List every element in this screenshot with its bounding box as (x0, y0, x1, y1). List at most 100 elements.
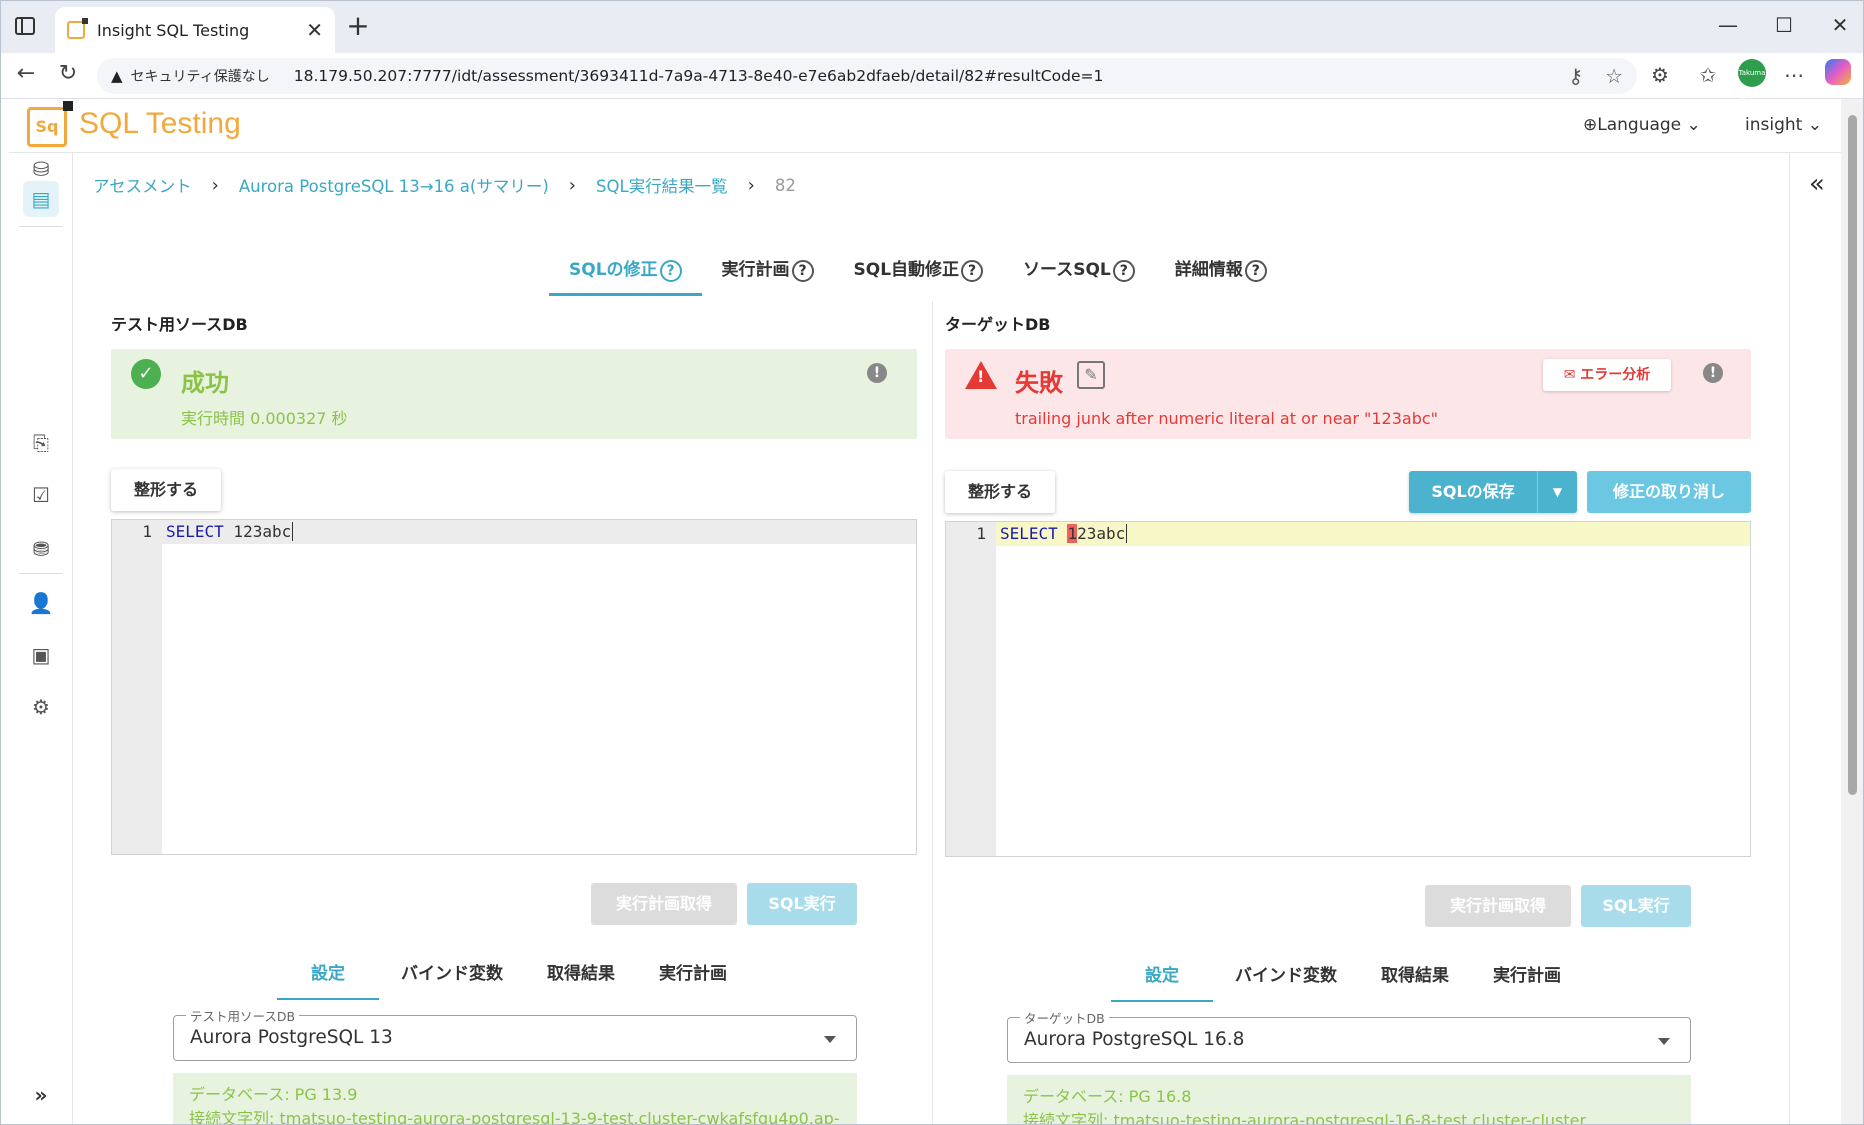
logo[interactable]: Sq (27, 101, 73, 147)
source-run-sql-button[interactable]: SQL実行 (747, 883, 857, 925)
warning-icon: ▲ (111, 67, 123, 85)
source-tab-result[interactable]: 取得結果 (525, 959, 637, 1000)
save-sql-button-group: SQLの保存 ▼ (1409, 471, 1577, 513)
close-tab-icon[interactable]: ✕ (306, 18, 323, 42)
target-sql-editor[interactable]: 1 SELECT 123abc (945, 521, 1751, 857)
target-sub-tabs: 設定 バインド変数 取得結果 実行計画 (1111, 961, 1583, 1002)
info-icon[interactable]: ! (867, 363, 887, 383)
tab-exec-plan[interactable]: 実行計画? (702, 249, 834, 296)
source-db-info: データベース: PG 13.9 接続文字列: tmatsuo-testing-a… (173, 1073, 857, 1124)
more-icon[interactable]: ⋯ (1781, 63, 1807, 87)
back-icon[interactable]: ← (11, 61, 41, 86)
favorites-icon[interactable]: ✩ (1695, 63, 1721, 87)
minimize-button[interactable]: — (1713, 13, 1743, 37)
new-tab-button[interactable]: + (343, 11, 373, 41)
breadcrumb-summary[interactable]: Aurora PostgreSQL 13→16 a(サマリー) (239, 173, 549, 197)
security-label: セキュリティ保護なし (130, 69, 270, 85)
user-icon[interactable]: 👤 (23, 585, 59, 621)
target-status-label: 失敗 (1015, 369, 1063, 397)
editor-line[interactable]: 1 SELECT 123abc (946, 522, 1750, 546)
database-icon[interactable]: ⛃ (23, 531, 59, 567)
main-tabs: SQLの修正? 実行計画? SQL自動修正? ソースSQL? 詳細情報? (549, 249, 1287, 296)
tab-details[interactable]: 詳細情報? (1155, 249, 1287, 296)
maximize-button[interactable]: ☐ (1769, 13, 1799, 37)
star-icon[interactable]: ☆ (1605, 64, 1623, 88)
help-icon[interactable]: ? (1112, 260, 1135, 282)
target-tab-plan[interactable]: 実行計画 (1471, 961, 1583, 1002)
browser-window: Insight SQL Testing ✕ + — ☐ ✕ ← ↻ ▲ セキュリ… (0, 0, 1864, 1125)
editor-gutter (946, 522, 996, 856)
chevron-down-icon: ⌄ (1802, 115, 1822, 135)
close-window-button[interactable]: ✕ (1825, 13, 1855, 37)
source-format-button[interactable]: 整形する (111, 469, 221, 511)
collapse-panel-icon[interactable]: « (1809, 169, 1825, 199)
scrollbar-thumb[interactable] (1848, 115, 1857, 795)
app-header: Sq SQL Testing ⊕Language ⌄ insight ⌄ (9, 99, 1845, 153)
help-icon[interactable]: ? (791, 260, 814, 282)
error-analysis-button[interactable]: ✉ エラー分析 (1543, 359, 1671, 391)
clipboard-check-icon[interactable]: ☑ (23, 477, 59, 513)
target-run-sql-button[interactable]: SQL実行 (1581, 885, 1691, 927)
tab-sql-fix[interactable]: SQLの修正? (549, 249, 702, 296)
storage-icon[interactable]: ▣ (23, 637, 59, 673)
brand-title: SQL Testing (79, 107, 241, 140)
breadcrumb: アセスメント › Aurora PostgreSQL 13→16 a(サマリー)… (93, 173, 796, 197)
target-get-plan-button[interactable]: 実行計画取得 (1425, 885, 1571, 927)
breadcrumb-result-list[interactable]: SQL実行結果一覧 (596, 173, 728, 197)
target-tab-result[interactable]: 取得結果 (1359, 961, 1471, 1002)
breadcrumb-assessment[interactable]: アセスメント (93, 173, 192, 197)
target-db-info: データベース: PG 16.8 接続文字列: tmatsuo-testing-a… (1007, 1075, 1691, 1124)
reload-icon[interactable]: ↻ (53, 61, 83, 86)
cancel-fix-button[interactable]: 修正の取り消し (1587, 471, 1751, 513)
help-icon[interactable]: ? (659, 260, 682, 282)
help-icon[interactable]: ? (1244, 260, 1267, 282)
chevron-right-icon: › (211, 174, 219, 196)
rail-divider (19, 226, 63, 227)
target-format-button[interactable]: 整形する (945, 471, 1055, 513)
target-status-box: ! 失敗 ✎ ✉ エラー分析 ! trailing junk after num… (945, 349, 1751, 439)
document-icon[interactable]: ▤ (23, 181, 59, 217)
panel-divider (932, 301, 933, 1124)
source-tab-settings[interactable]: 設定 (277, 959, 379, 1000)
target-tab-bind[interactable]: バインド変数 (1213, 961, 1359, 1002)
language-menu[interactable]: ⊕Language ⌄ (1583, 115, 1701, 135)
url-bar[interactable]: ▲ セキュリティ保護なし 18.179.50.207:7777/idt/asse… (97, 58, 1637, 94)
avatar[interactable]: Takuma Matsuo (1738, 59, 1766, 105)
source-sql-editor[interactable]: 1 SELECT 123abc (111, 519, 917, 855)
info-icon[interactable]: ! (1703, 363, 1723, 383)
save-sql-button[interactable]: SQLの保存 (1409, 471, 1537, 513)
source-db-select[interactable]: テスト用ソースDB Aurora PostgreSQL 13 (173, 1006, 857, 1061)
source-panel-title: テスト用ソースDB (111, 315, 248, 334)
left-rail: ⛁ ▤ ⎘ ☑ ⛃ 👤 ▣ ⚙ » (9, 153, 73, 1124)
tab-strip: Insight SQL Testing ✕ + — ☐ ✕ (1, 1, 1863, 53)
tab-auto-fix[interactable]: SQL自動修正? (834, 249, 1004, 296)
error-marker: 1 (1067, 524, 1078, 543)
page-scrollbar[interactable] (1841, 99, 1863, 1124)
key-icon[interactable]: ⚷ (1568, 64, 1583, 88)
extensions-icon[interactable]: ⚙ (1647, 63, 1673, 87)
expand-rail-icon[interactable]: » (23, 1077, 59, 1113)
clipboard-icon[interactable]: ⎘ (23, 425, 59, 461)
source-tab-bind[interactable]: バインド変数 (379, 959, 525, 1000)
source-status-label: 成功 (181, 369, 229, 397)
settings-icon[interactable]: ⚙ (23, 689, 59, 725)
source-get-plan-button[interactable]: 実行計画取得 (591, 883, 737, 925)
save-sql-dropdown-icon[interactable]: ▼ (1537, 471, 1577, 513)
source-tab-plan[interactable]: 実行計画 (637, 959, 749, 1000)
editor-line[interactable]: 1 SELECT 123abc (112, 520, 916, 544)
target-db-select[interactable]: ターゲットDB Aurora PostgreSQL 16.8 (1007, 1008, 1691, 1063)
sidebar-toggle-icon[interactable] (15, 17, 35, 35)
source-exec-time: 実行時間 0.000327 秒 (181, 409, 348, 428)
copilot-icon[interactable] (1825, 59, 1851, 85)
target-panel-title: ターゲットDB (945, 315, 1051, 334)
url-text[interactable]: 18.179.50.207:7777/idt/assessment/369341… (294, 67, 1104, 85)
user-menu[interactable]: insight ⌄ (1745, 115, 1822, 135)
help-icon[interactable]: ? (961, 260, 984, 282)
target-tab-settings[interactable]: 設定 (1111, 961, 1213, 1002)
browser-tab[interactable]: Insight SQL Testing ✕ (55, 7, 335, 53)
tab-source-sql[interactable]: ソースSQL? (1003, 249, 1155, 296)
chat-icon: ✉ (1563, 367, 1581, 383)
edit-icon[interactable]: ✎ (1077, 361, 1105, 389)
source-sub-tabs: 設定 バインド変数 取得結果 実行計画 (277, 959, 749, 1000)
tab-title: Insight SQL Testing (97, 20, 250, 40)
